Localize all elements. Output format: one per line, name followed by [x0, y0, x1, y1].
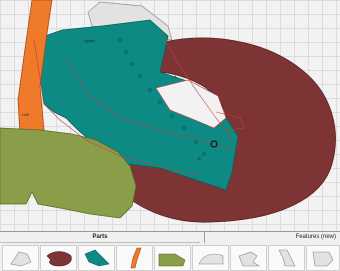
tab-parts[interactable]: Parts [0, 233, 200, 243]
part-thumb-light-hook[interactable] [230, 245, 267, 271]
part-thumb-maroon-vamp[interactable] [40, 245, 77, 271]
label-upper-tag: Upper [84, 38, 96, 43]
light-gray-pattern-piece-icon [278, 249, 296, 267]
part-thumb-light-piece[interactable] [2, 245, 39, 271]
label-left-tag: Left [22, 112, 30, 117]
teal-pattern-piece-icon [84, 249, 110, 267]
orange-pattern-piece-icon [130, 247, 142, 269]
light-gray-pattern-piece-icon [198, 253, 224, 265]
part-thumb-light-corner[interactable] [306, 245, 340, 271]
label-a-tag: A [174, 74, 177, 79]
olive-pattern-piece-icon [158, 253, 186, 267]
label-b-tag: B [198, 156, 201, 161]
maroon-pattern-piece-icon [46, 251, 72, 267]
part-thumb-olive-heel[interactable] [154, 245, 191, 271]
part-thumb-light-toe[interactable] [192, 245, 229, 271]
tab-divider [204, 232, 205, 243]
part-thumb-orange-strip[interactable] [116, 245, 153, 271]
tab-features[interactable]: Features (new) [210, 233, 340, 242]
panel-tabbar: Parts Features (new) [0, 232, 340, 243]
pattern-canvas[interactable]: Left Upper A B [0, 0, 340, 231]
parts-panel: Parts Features (new) [0, 231, 340, 271]
light-gray-pattern-piece-icon [10, 251, 32, 267]
light-gray-pattern-piece-icon [312, 251, 334, 267]
part-thumbnail-strip [0, 243, 340, 271]
light-gray-pattern-piece-icon [238, 251, 260, 267]
part-thumb-teal-quarter[interactable] [78, 245, 115, 271]
part-thumb-light-slant[interactable] [268, 245, 305, 271]
pattern-drawing: Left Upper A B [0, 0, 336, 223]
